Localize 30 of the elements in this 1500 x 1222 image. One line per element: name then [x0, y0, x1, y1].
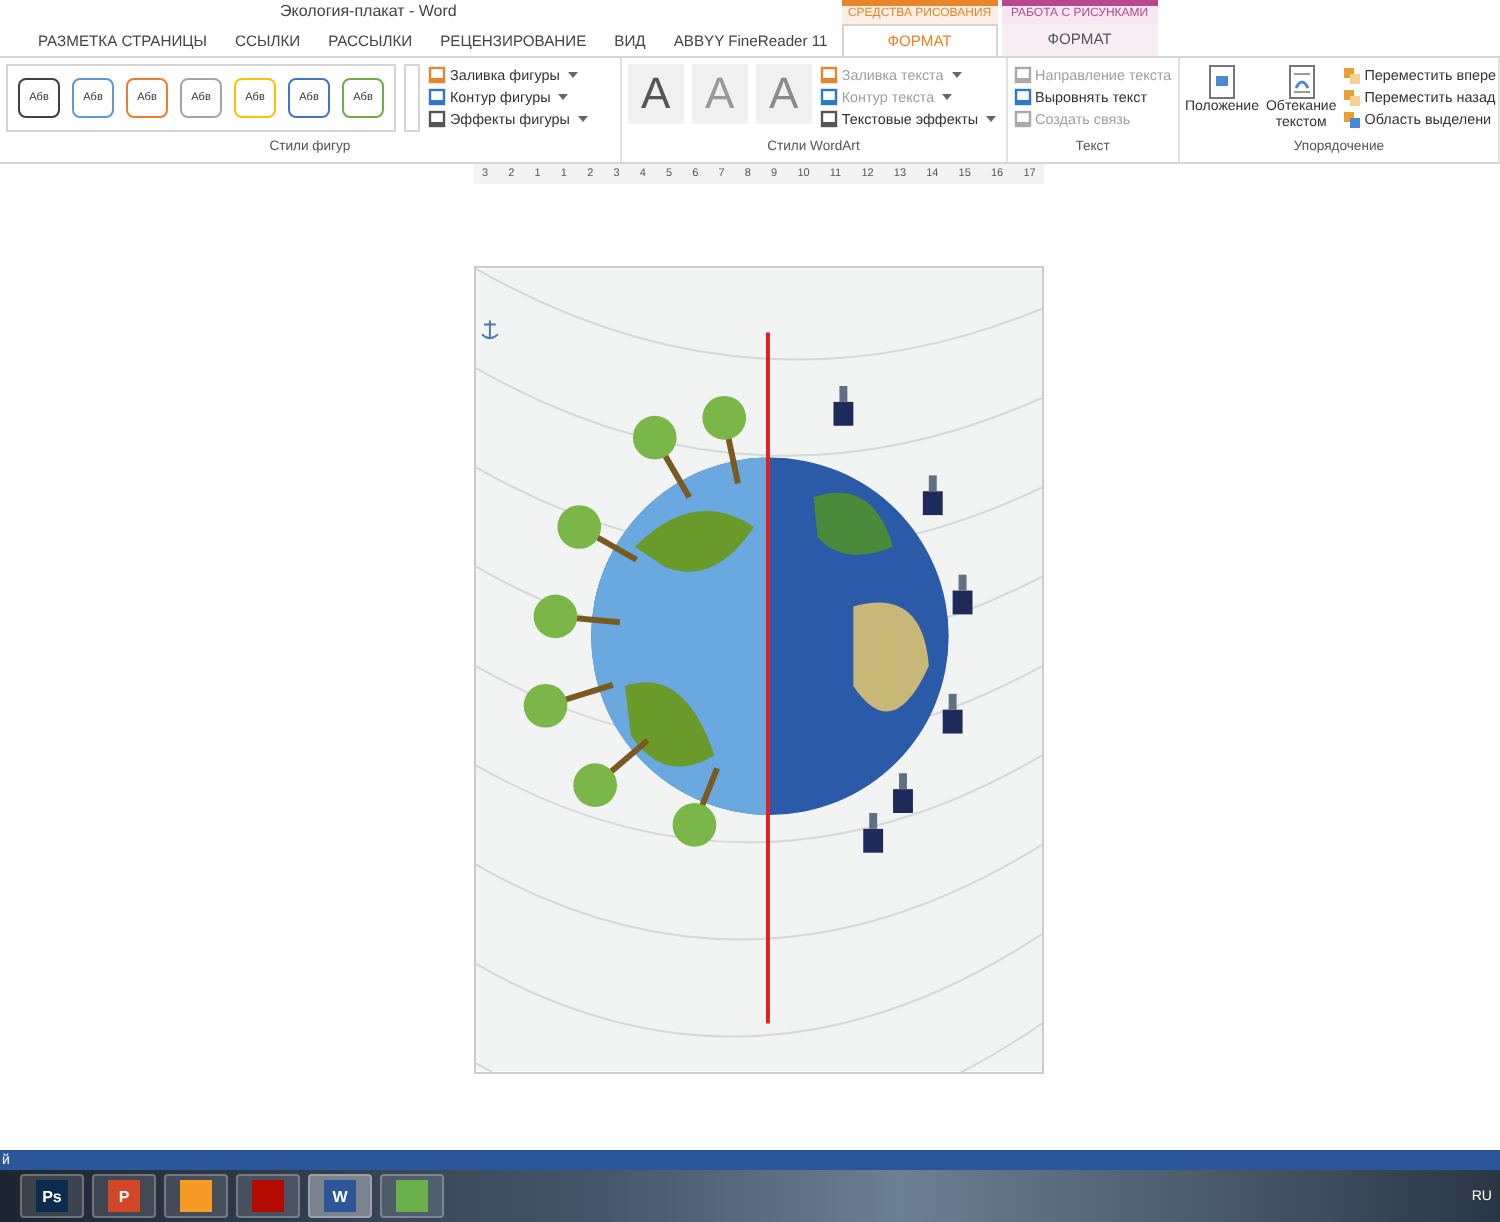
text-wrap-icon [1287, 64, 1316, 100]
taskbar-app[interactable] [236, 1174, 300, 1218]
taskbar-app[interactable] [164, 1174, 228, 1218]
app-icon [252, 1180, 284, 1212]
gallery-scroll-icon[interactable] [404, 64, 420, 132]
taskbar-app[interactable]: P [92, 1174, 156, 1218]
app-icon: Ps [36, 1180, 68, 1212]
fill-icon [428, 66, 446, 84]
caret-icon [577, 115, 588, 123]
app-icon: P [108, 1180, 140, 1212]
caret-icon [558, 93, 569, 101]
wordart-style[interactable]: A [627, 64, 684, 124]
taskbar-app[interactable]: Ps [20, 1174, 84, 1218]
fill-icon [819, 66, 838, 84]
effects-icon [819, 110, 838, 128]
outline-icon [819, 88, 838, 106]
app-icon [180, 1180, 212, 1212]
effects-icon [428, 110, 446, 128]
caret-icon [986, 115, 997, 123]
outline-icon [428, 88, 446, 106]
app-icon [396, 1180, 428, 1212]
app-icon: W [324, 1180, 356, 1212]
taskbar-app[interactable] [380, 1174, 444, 1218]
caret-icon [951, 71, 962, 79]
selection-pane-icon [1344, 111, 1361, 127]
caret-icon [942, 93, 953, 101]
caret-icon [567, 71, 578, 79]
position-icon [1207, 64, 1236, 100]
window-title: Экология-плакат - Word [280, 2, 457, 20]
taskbar-app[interactable]: W [308, 1174, 372, 1218]
